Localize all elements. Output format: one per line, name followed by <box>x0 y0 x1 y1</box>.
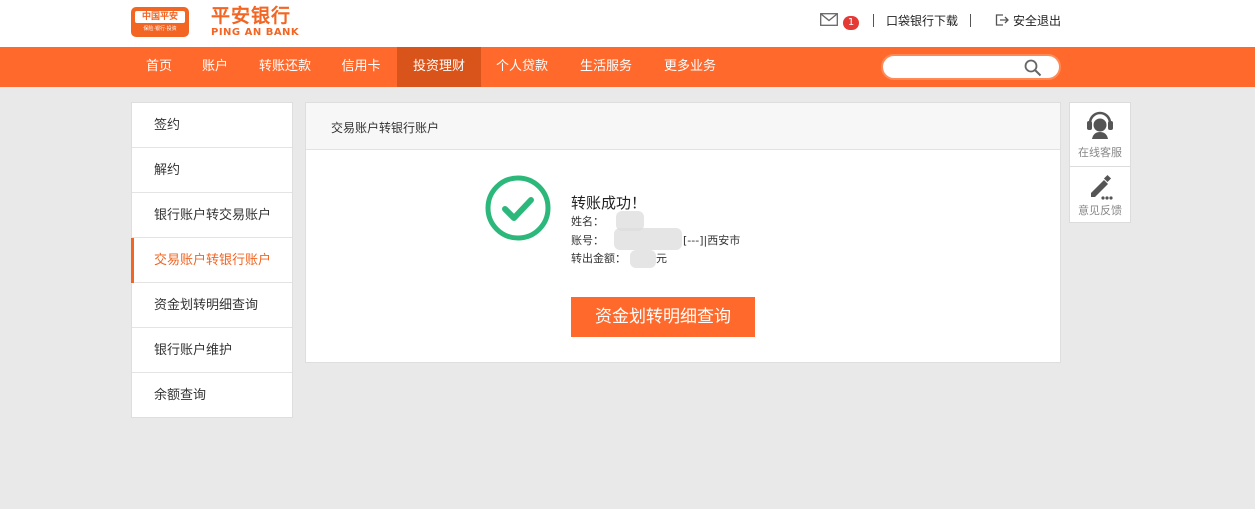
app-download-link[interactable]: 口袋银行下载 <box>886 13 958 29</box>
nav-item-account[interactable]: 账户 <box>190 47 240 87</box>
bank-brand-logo[interactable]: 平安银行 PING AN BANK <box>211 5 299 39</box>
account-row: 账号： <box>571 234 604 248</box>
amount-unit: 元 <box>656 252 667 265</box>
brand-name-cn: 平安银行 <box>211 5 292 27</box>
nav-item-more[interactable]: 更多业务 <box>651 47 729 87</box>
side-item-trade-to-bank[interactable]: 交易账户转银行账户 <box>132 238 292 283</box>
logout-link[interactable]: 安全退出 <box>1013 13 1061 29</box>
amount-label: 转出金额： <box>571 252 626 265</box>
divider <box>873 14 874 27</box>
side-item-bank-to-trade[interactable]: 银行账户转交易账户 <box>132 193 292 238</box>
active-indicator <box>131 238 134 283</box>
search-icon[interactable] <box>1024 59 1042 77</box>
brand-name-en: PING AN BANK <box>211 27 300 38</box>
side-item-sign[interactable]: 签约 <box>132 103 292 148</box>
online-service-tool[interactable]: 在线客服 <box>1069 102 1131 167</box>
masked-amount <box>630 250 656 268</box>
side-menu: 签约 解约 银行账户转交易账户 交易账户转银行账户 资金划转明细查询 银行账户维… <box>131 102 293 418</box>
pingan-group-logo[interactable]: 中国平安 保险·银行·投资 <box>131 7 189 37</box>
main-nav: 首页 账户 转账还款 信用卡 投资理财 个人贷款 生活服务 更多业务 <box>0 47 1255 87</box>
feedback-label: 意见反馈 <box>1078 204 1122 217</box>
success-check-icon <box>485 175 551 241</box>
nav-item-investment[interactable]: 投资理财 <box>397 47 481 87</box>
logo-badge-text: 中国平安 <box>135 11 185 23</box>
mail-count-badge: 1 <box>843 16 859 30</box>
mail-icon[interactable] <box>820 13 838 26</box>
side-item-balance[interactable]: 余额查询 <box>132 373 292 418</box>
side-item-cancel[interactable]: 解约 <box>132 148 292 193</box>
account-label: 账号： <box>571 234 604 247</box>
customer-service-icon <box>1087 111 1113 139</box>
success-message: 转账成功！ <box>571 194 647 212</box>
name-label: 姓名： <box>571 215 604 228</box>
masked-account <box>614 228 682 250</box>
nav-item-credit-card[interactable]: 信用卡 <box>330 47 392 87</box>
pencil-icon <box>1091 174 1113 200</box>
amount-row: 转出金额： <box>571 252 626 266</box>
account-suffix: [---]|西安市 <box>683 234 741 247</box>
logout-icon[interactable] <box>995 14 1009 26</box>
nav-item-personal-loan[interactable]: 个人贷款 <box>483 47 561 87</box>
online-service-label: 在线客服 <box>1078 146 1122 159</box>
result-panel: 交易账户转银行账户 转账成功！ 姓名： 账号： [---]|西安市 转出金额： … <box>305 102 1061 363</box>
feedback-tool[interactable]: 意见反馈 <box>1069 167 1131 223</box>
nav-item-home[interactable]: 首页 <box>134 47 184 87</box>
panel-title: 交易账户转银行账户 <box>331 121 440 135</box>
divider <box>970 14 971 27</box>
side-item-account-maintain[interactable]: 银行账户维护 <box>132 328 292 373</box>
transfer-detail-button[interactable]: 资金划转明细查询 <box>571 297 755 337</box>
nav-item-life-service[interactable]: 生活服务 <box>567 47 645 87</box>
side-item-transfer-detail[interactable]: 资金划转明细查询 <box>132 283 292 328</box>
nav-item-transfer[interactable]: 转账还款 <box>246 47 324 87</box>
top-header: 中国平安 保险·银行·投资 平安银行 PING AN BANK 1 口袋银行下载… <box>0 0 1255 47</box>
name-row: 姓名： <box>571 215 604 229</box>
panel-header: 交易账户转银行账户 <box>306 103 1060 150</box>
logo-badge-tagline: 保险·银行·投资 <box>143 26 177 32</box>
